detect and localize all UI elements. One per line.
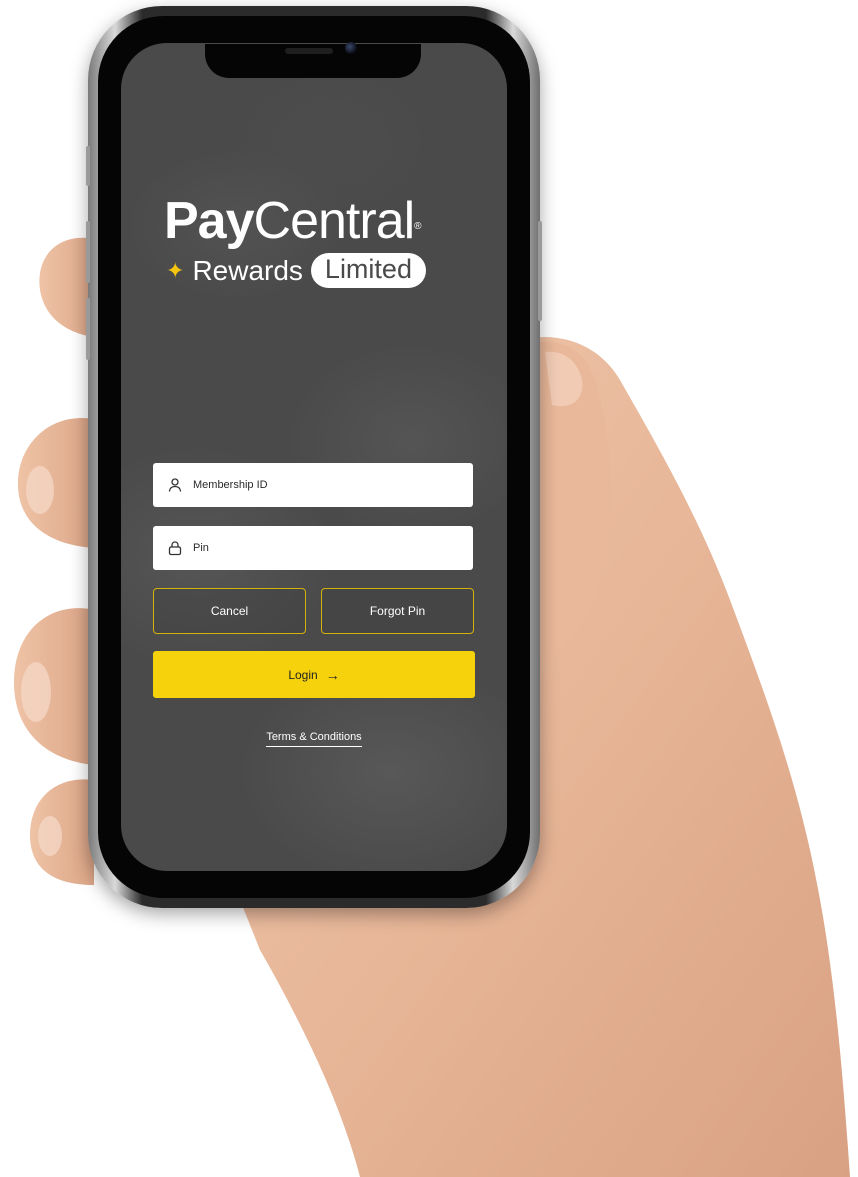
terms-conditions-link[interactable]: Terms & Conditions: [266, 731, 362, 747]
forgot-pin-button-label: Forgot Pin: [369, 604, 426, 618]
terms-container: Terms & Conditions: [121, 727, 507, 747]
app-screen: PayCentral® ✦ Rewards Limited Membership…: [121, 43, 507, 871]
logo-central-text: Central: [253, 192, 416, 250]
logo-pay-text: Pay: [164, 192, 255, 250]
stage: PayCentral® ✦ Rewards Limited Membership…: [0, 0, 858, 1177]
membership-id-placeholder: Membership ID: [193, 479, 268, 491]
pin-placeholder: Pin: [193, 542, 209, 554]
registered-mark: ®: [414, 221, 421, 232]
phone-frame: PayCentral® ✦ Rewards Limited Membership…: [86, 6, 542, 908]
user-icon: [168, 478, 182, 492]
logo-subline: ✦ Rewards Limited: [164, 253, 464, 288]
cancel-button-label: Cancel: [210, 604, 249, 618]
lock-icon: [168, 541, 182, 556]
cancel-button[interactable]: Cancel: [153, 588, 306, 634]
phone-volume-up-button: [86, 221, 90, 283]
logo-limited-badge: Limited: [310, 253, 426, 288]
pin-field[interactable]: Pin: [153, 526, 473, 570]
front-camera: [345, 42, 357, 54]
brand-logo: PayCentral® ✦ Rewards Limited: [164, 193, 464, 288]
forgot-pin-button[interactable]: Forgot Pin: [321, 588, 474, 634]
login-button[interactable]: Login →: [153, 651, 475, 698]
arrow-right-icon: →: [325, 666, 340, 683]
phone-power-button: [538, 221, 542, 321]
speaker-grille: [285, 48, 333, 54]
logo-wordmark: PayCentral®: [164, 193, 464, 249]
phone-notch: [205, 42, 421, 78]
logo-rewards-text: Rewards: [192, 254, 303, 286]
sparkle-star-icon: ✦: [166, 257, 185, 283]
membership-id-field[interactable]: Membership ID: [153, 463, 473, 507]
login-button-label: Login: [288, 667, 318, 682]
phone-side-button: [86, 146, 90, 186]
phone-volume-down-button: [86, 298, 90, 360]
